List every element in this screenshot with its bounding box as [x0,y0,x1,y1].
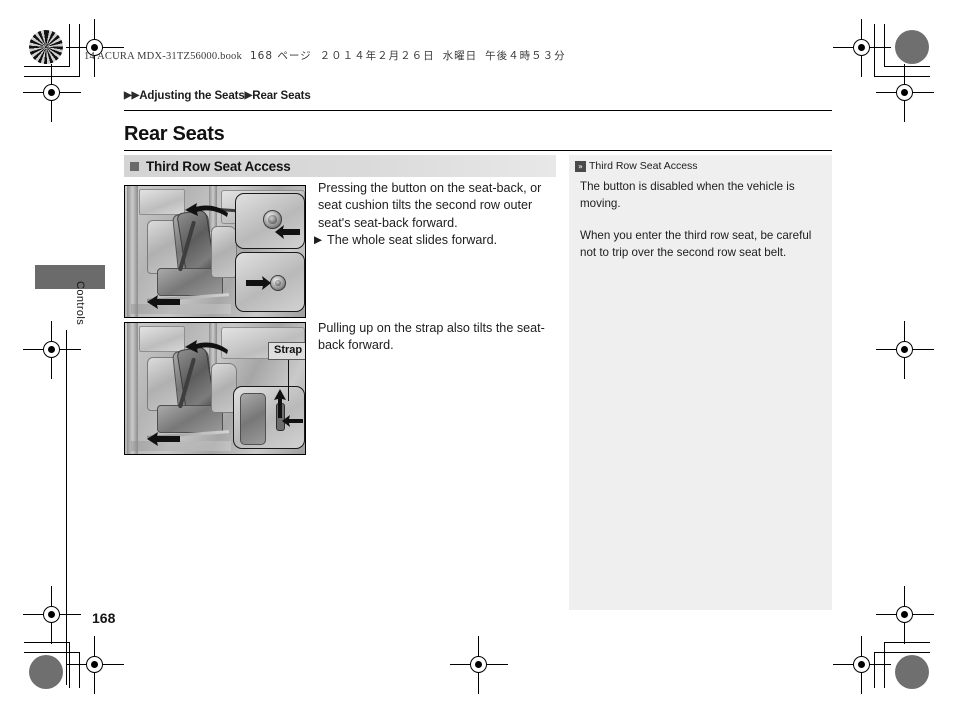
crop-line-bl-h1 [24,642,70,644]
note-panel-body: The button is disabled when the vehicle … [580,179,825,261]
strap-callout-label: Strap [268,342,305,360]
press-arrow-icon-2 [246,276,271,290]
page-title: Rear Seats [124,123,225,145]
breadcrumb-arrow-icon-2: ▶ [131,90,140,101]
double-chevron-icon: » [575,160,586,172]
filled-square-icon [130,161,139,171]
crop-line-bl-h2 [24,652,80,654]
breadcrumb: ▶▶Adjusting the Seats▶Rear Seats [124,90,311,102]
strap-handle [276,403,285,431]
breadcrumb-arrow-icon-1: ▶ [124,90,132,101]
body-bullet-1-row: ▶ The whole seat slides forward. [314,233,498,248]
note-panel-title: Third Row Seat Access [589,160,698,172]
crop-line-tr-h1 [884,66,930,68]
side-window-2 [139,326,185,352]
print-gray-dot-top-right [895,30,929,64]
strap-point-arrow-icon [282,415,303,427]
chapter-tab-marker [35,265,105,289]
print-date: ２０１４年２月２６日 [319,50,435,62]
inset-seat-cushion-button [235,252,305,312]
body-paragraph-1-block: Pressing the button on the seat-back, or… [314,180,563,251]
body-paragraph-2-block: Pulling up on the strap also tilts the s… [318,320,563,355]
seatback-button-icon [263,210,282,229]
strap-callout-leader-line [288,359,290,401]
note-panel: » Third Row Seat Access The button is di… [569,155,832,610]
crop-line-tr-v1 [884,24,886,66]
crop-line-br-h1 [884,642,930,644]
crop-line-br-h2 [874,652,930,654]
crop-line-br-v2 [874,652,876,688]
crop-line-br-v1 [884,642,886,688]
side-window [139,189,185,215]
figure-seat-button-illustration [124,185,306,318]
registration-mark-left-middle [23,321,81,379]
page-number: 168 [92,610,116,626]
registration-mark-right-middle [876,321,934,379]
registration-mark-bottom-center [450,636,508,694]
note-paragraph-1: The button is disabled when the vehicle … [580,180,795,210]
body-bullet-1: The whole seat slides forward. [327,233,498,248]
print-gray-dot-bottom-left [29,655,63,689]
crop-line-bl-v2 [79,652,81,688]
registration-mark-inner-top-left [23,64,81,122]
crop-line-tl-h1 [24,66,70,68]
print-page-marker: 168 ページ [249,50,312,62]
inset-seatback-button [235,193,305,249]
seat-cushion-button-icon [270,275,286,291]
registration-mark-inner-bottom-left [66,636,124,694]
page-spine-line [66,330,68,685]
subsection-title: Third Row Seat Access [146,158,291,174]
breadcrumb-level-1[interactable]: Adjusting the Seats [139,90,245,102]
door-pillar [127,186,138,317]
note-panel-title-row: » Third Row Seat Access [575,160,698,172]
crop-line-tl-v1 [69,24,71,66]
note-paragraph-2: When you enter the third row seat, be ca… [580,229,812,259]
floor-shadow-2 [131,441,231,451]
book-file-name: 14 ACURA MDX-31TZ56000.book [84,51,242,62]
print-gray-dot-bottom-right [895,655,929,689]
inset-strap-pull [233,386,305,449]
third-row-seat [211,226,237,278]
manual-page: 14 ACURA MDX-31TZ56000.book 168 ページ ２０１４年２… [0,0,954,718]
inset-seatback-shape [240,393,266,445]
crop-line-tl-h2 [24,76,80,78]
figure-seat-strap-illustration: Strap [124,322,306,455]
registration-mark-top-right [833,19,891,77]
crop-line-bl-v1 [69,642,71,688]
crop-line-tr-h2 [874,76,930,78]
floor-shadow [131,304,231,314]
subsection-header: Third Row Seat Access [124,155,556,177]
registration-mark-inner-bottom-right [833,636,891,694]
registration-mark-bottom-right [876,586,934,644]
press-arrow-icon-1 [275,225,300,239]
crop-line-tr-v2 [874,24,876,76]
registration-mark-bottom-left [23,586,81,644]
crop-line-tl-v2 [79,24,81,76]
print-weekday: 水曜日 [442,50,478,62]
breadcrumb-arrow-icon-3: ▶ [244,90,253,101]
chapter-tab-label: Controls [74,281,86,326]
registration-mark-inner-top-right [876,64,934,122]
door-pillar-2 [127,323,138,454]
print-starburst-mark-top-left [29,30,63,64]
breadcrumb-divider [124,110,832,111]
body-paragraph-2: Pulling up on the strap also tilts the s… [318,321,545,353]
body-paragraph-1: Pressing the button on the seat-back, or… [318,181,542,230]
page-title-divider [124,150,832,152]
print-time: 午後４時５３分 [485,50,566,62]
breadcrumb-level-2[interactable]: Rear Seats [252,90,311,102]
print-header-line: 14 ACURA MDX-31TZ56000.book 168 ページ ２０１４年２… [84,48,566,63]
